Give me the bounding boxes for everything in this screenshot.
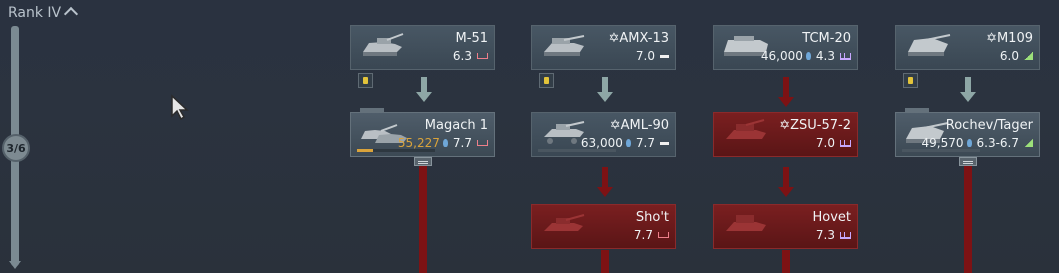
- vehicle-name: ✡ZSU-57-2: [779, 118, 851, 133]
- research-progress-bar: [538, 149, 616, 152]
- tank-thumbnail-icon: [363, 33, 404, 56]
- rank-progress-bar-tip: [9, 261, 21, 269]
- spg-thumbnail-icon: [908, 34, 951, 56]
- battle-rating: 7.7: [633, 228, 653, 242]
- premium-badge-icon: [903, 73, 918, 88]
- battle-rating: 6.3: [452, 49, 472, 63]
- group-expand-icon[interactable]: [959, 157, 977, 166]
- vehicle-card-tcm20[interactable]: TCM-20 46,000 4.3: [713, 25, 858, 70]
- spg-class-icon: [1024, 52, 1033, 60]
- vehicle-name: TCM-20: [802, 31, 851, 46]
- spaa-class-icon: [840, 52, 851, 60]
- research-points: 63,000: [580, 136, 623, 150]
- research-bulb-icon: [805, 52, 811, 60]
- vehicle-stats: 63,000 7.7: [581, 136, 669, 150]
- research-points: 49,570: [921, 136, 964, 150]
- vehicle-card-amx13[interactable]: ✡AMX-13 7.0: [531, 25, 676, 70]
- research-bulb-icon: [625, 139, 631, 147]
- locked-line: [601, 250, 609, 273]
- group-expand-icon[interactable]: [414, 157, 432, 166]
- vehicle-card-shot[interactable]: Sho't 7.7: [531, 204, 676, 249]
- vehicle-name: ✡AML-90: [609, 118, 669, 133]
- vehicle-stats: 7.0: [816, 136, 851, 150]
- mouse-pointer-icon: [171, 94, 189, 120]
- battle-rating: 4.3: [815, 49, 835, 63]
- vehicle-stats: 46,000 4.3: [761, 49, 851, 63]
- research-progress-bar: [357, 149, 435, 152]
- spaa-thumbnail-icon: [726, 215, 766, 231]
- battle-rating: 7.0: [635, 49, 655, 63]
- battle-rating: 7.7: [452, 136, 472, 150]
- research-bulb-icon: [442, 139, 448, 147]
- tank-thumbnail-icon: [544, 35, 585, 56]
- research-bulb-icon: [966, 139, 972, 147]
- vehicle-card-hovet[interactable]: Hovet 7.3: [713, 204, 858, 249]
- spaa-thumbnail-icon: [726, 119, 766, 139]
- vehicle-card-zsu572[interactable]: ✡ZSU-57-2 7.0: [713, 112, 858, 157]
- vehicle-card-aml90[interactable]: ✡AML-90 63,000 7.7: [531, 112, 676, 157]
- vehicle-stats: 6.3: [453, 49, 488, 63]
- battle-rating: 7.0: [815, 136, 835, 150]
- vehicle-stats: 49,570 6.3-6.7: [921, 136, 1033, 150]
- premium-badge-icon: [358, 73, 373, 88]
- spg-class-icon: [1024, 139, 1033, 147]
- tank-destroyer-class-icon: [658, 232, 669, 238]
- tank-destroyer-class-icon: [477, 140, 488, 146]
- chevron-up-icon: [64, 6, 79, 22]
- battle-rating: 6.3-6.7: [976, 136, 1020, 150]
- vehicle-name: Hovet: [812, 210, 851, 225]
- vehicle-name: ✡AMX-13: [608, 31, 670, 46]
- battle-rating: 6.0: [999, 49, 1019, 63]
- rank-title-label: Rank IV: [8, 5, 62, 21]
- rank-title[interactable]: Rank IV: [8, 5, 79, 22]
- battle-rating: 7.7: [635, 136, 655, 150]
- locked-line: [782, 250, 790, 273]
- vehicle-stats: 7.3: [816, 228, 851, 242]
- tank-destroyer-class-icon: [477, 53, 488, 59]
- vehicle-stats: 55,227 7.7: [398, 136, 488, 150]
- vehicle-name: Rochev/Tager: [945, 118, 1033, 133]
- locked-line: [419, 166, 427, 273]
- battle-rating: 7.3: [815, 228, 835, 242]
- research-points: 46,000: [760, 49, 803, 63]
- spaa-class-icon: [840, 139, 851, 147]
- rank-progress-badge: 3/6: [2, 134, 30, 162]
- light-tank-class-icon: [660, 54, 669, 58]
- vehicle-name: M-51: [455, 31, 488, 46]
- vehicle-stats: 7.0: [636, 49, 669, 63]
- vehicle-stats: 6.0: [1000, 49, 1033, 63]
- vehicle-name: ✡M109: [986, 31, 1033, 46]
- locked-line: [964, 166, 972, 273]
- vehicle-card-magach1[interactable]: Magach 1 55,227 7.7: [350, 112, 495, 157]
- vehicle-card-m51[interactable]: M-51 6.3: [350, 25, 495, 70]
- research-points: 55,227: [397, 136, 440, 150]
- vehicle-card-rochev[interactable]: Rochev/Tager 49,570 6.3-6.7: [895, 112, 1040, 157]
- light-tank-class-icon: [660, 141, 669, 145]
- vehicle-stats: 7.7: [634, 228, 669, 242]
- vehicle-card-m109[interactable]: ✡M109 6.0: [895, 25, 1040, 70]
- vehicle-name: Sho't: [635, 210, 669, 225]
- vehicle-name: Magach 1: [424, 118, 488, 133]
- research-progress-bar: [902, 149, 980, 152]
- tank-thumbnail-icon: [544, 214, 585, 231]
- premium-badge-icon: [539, 73, 554, 88]
- spaa-class-icon: [840, 231, 851, 239]
